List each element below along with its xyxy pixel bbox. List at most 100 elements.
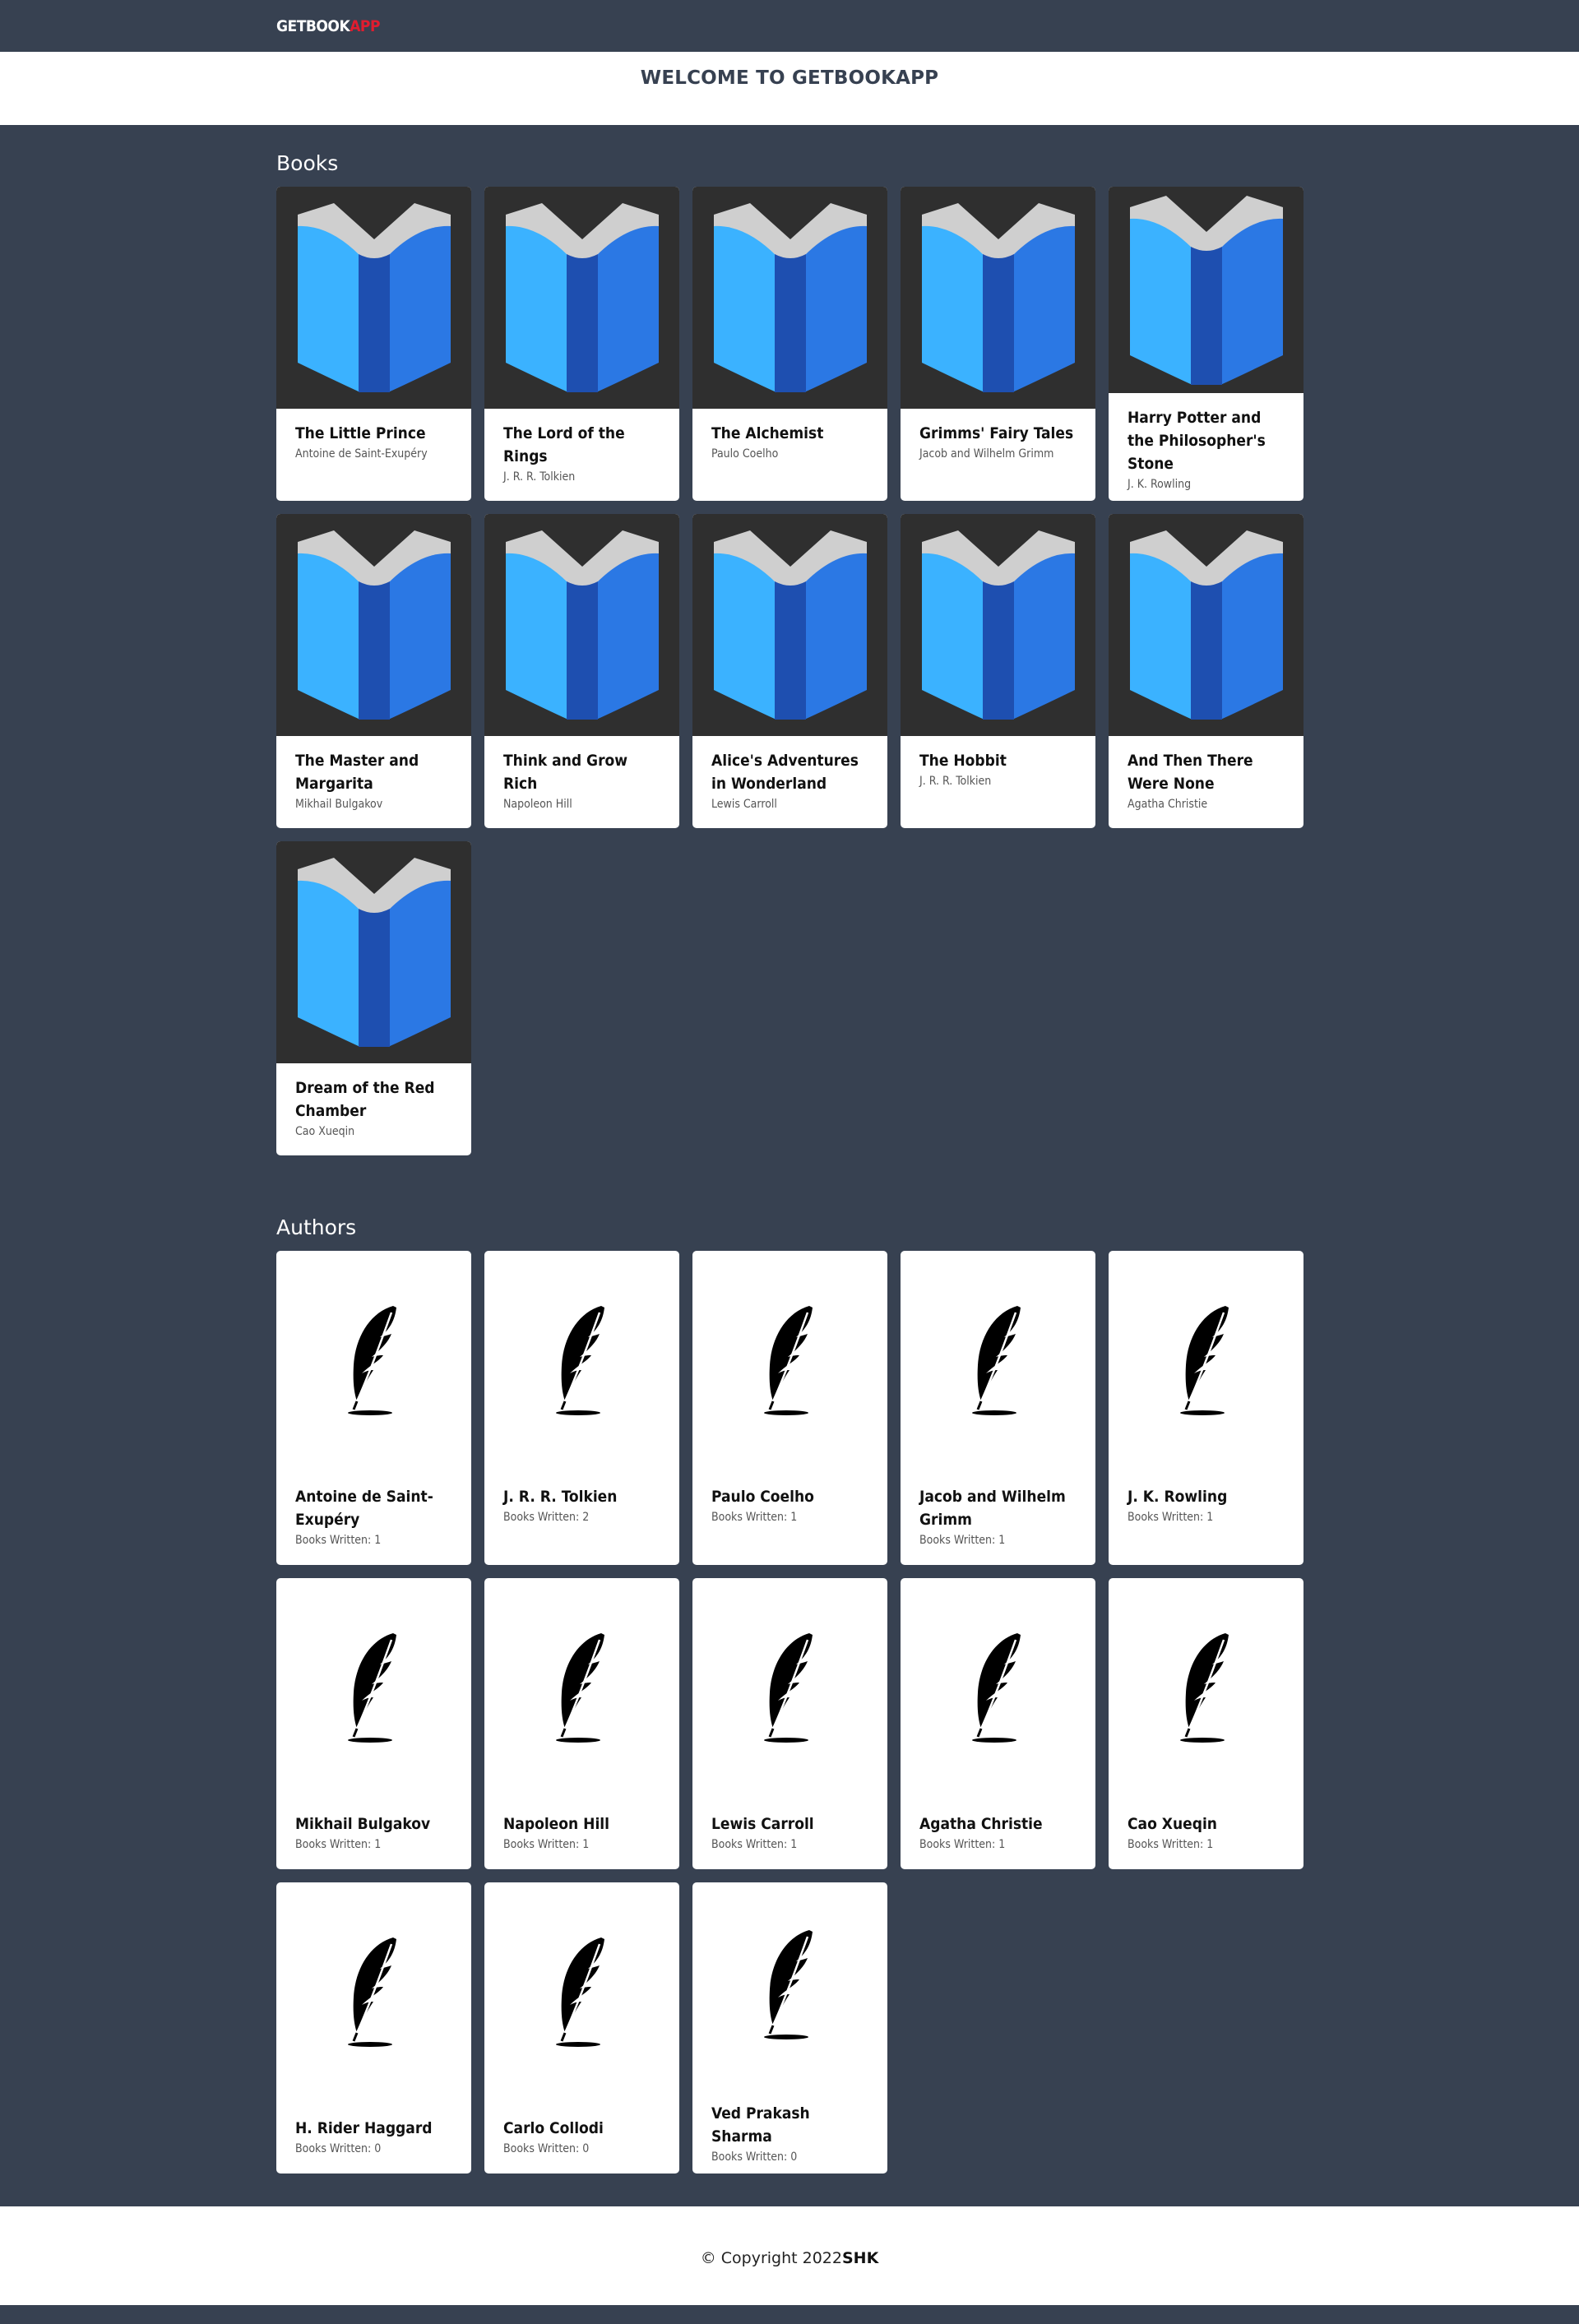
book-author: J. R. R. Tolkien <box>503 470 576 484</box>
author-books-count: Books Written: 1 <box>295 1534 382 1547</box>
open-book-icon <box>505 530 659 720</box>
open-book-icon <box>297 858 451 1047</box>
book-cover <box>484 187 679 409</box>
author-books-count: Books Written: 0 <box>711 2150 798 2164</box>
author-image <box>276 1251 471 1473</box>
author-card[interactable]: Paulo Coelho Books Written: 1 <box>692 1251 887 1565</box>
book-title: The Lord of the Rings <box>503 424 625 465</box>
book-card[interactable]: Harry Potter and the Philosopher's Stone… <box>1109 187 1303 501</box>
book-card[interactable]: Dream of the Red Chamber Cao Xueqin <box>276 841 471 1155</box>
open-book-icon <box>921 203 1075 392</box>
author-card[interactable]: H. Rider Haggard Books Written: 0 <box>276 1882 471 2174</box>
author-name: J. K. Rowling <box>1128 1488 1228 1506</box>
authors-section-title: Authors <box>276 1215 357 1239</box>
open-book-icon <box>713 530 867 720</box>
brand-part1: GETBOOK <box>276 16 350 35</box>
author-card[interactable]: J. K. Rowling Books Written: 1 <box>1109 1251 1303 1565</box>
author-card[interactable]: Jacob and Wilhelm Grimm Books Written: 1 <box>901 1251 1095 1565</box>
open-book-icon <box>713 203 867 392</box>
book-card[interactable]: The Hobbit J. R. R. Tolkien <box>901 514 1095 828</box>
author-books-count: Books Written: 1 <box>503 1838 590 1851</box>
author-card[interactable]: Antoine de Saint-Exupéry Books Written: … <box>276 1251 471 1565</box>
author-card[interactable]: Carlo Collodi Books Written: 0 <box>484 1882 679 2174</box>
open-book-icon <box>297 203 451 392</box>
quill-feather-icon <box>763 1930 813 2039</box>
book-cover <box>276 514 471 736</box>
book-card[interactable]: The Lord of the Rings J. R. R. Tolkien <box>484 187 679 501</box>
author-image <box>692 1578 887 1800</box>
welcome-heading: WELCOME TO GETBOOKAPP <box>640 67 939 89</box>
book-card[interactable]: And Then There Were None Agatha Christie <box>1109 514 1303 828</box>
book-author: Antoine de Saint-Exupéry <box>295 447 428 461</box>
book-card[interactable]: Alice's Adventures in Wonderland Lewis C… <box>692 514 887 828</box>
brand-part2: APP <box>350 16 380 35</box>
quill-feather-icon <box>555 1306 604 1415</box>
open-book-icon <box>1129 195 1283 385</box>
author-name: Paulo Coelho <box>711 1488 814 1506</box>
footer: © Copyright 2022 SHK <box>0 2206 1579 2305</box>
book-cover <box>1109 514 1303 736</box>
book-card[interactable]: Think and Grow Rich Napoleon Hill <box>484 514 679 828</box>
book-card[interactable]: The Alchemist Paulo Coelho <box>692 187 887 501</box>
book-cover <box>901 514 1095 736</box>
author-image <box>276 1882 471 2104</box>
book-cover <box>692 514 887 736</box>
book-card[interactable]: Grimms' Fairy Tales Jacob and Wilhelm Gr… <box>901 187 1095 501</box>
book-cover <box>276 841 471 1063</box>
book-title: The Master and Margarita <box>295 752 419 793</box>
book-author: Cao Xueqin <box>295 1125 355 1138</box>
book-author: Lewis Carroll <box>711 798 777 811</box>
brand-logo[interactable]: GETBOOKAPP <box>276 17 380 35</box>
author-image <box>692 1882 887 2090</box>
quill-feather-icon <box>555 1937 604 2047</box>
author-image <box>692 1251 887 1473</box>
navbar: GETBOOKAPP <box>0 0 1579 52</box>
book-author: Mikhail Bulgakov <box>295 798 383 811</box>
author-name: Cao Xueqin <box>1128 1815 1217 1833</box>
author-image <box>484 1251 679 1473</box>
author-image <box>1109 1578 1303 1800</box>
author-card[interactable]: Ved Prakash Sharma Books Written: 0 <box>692 1882 887 2174</box>
author-card[interactable]: Cao Xueqin Books Written: 1 <box>1109 1578 1303 1869</box>
copyright-text: © Copyright 2022 <box>700 2249 842 2267</box>
author-image <box>1109 1251 1303 1473</box>
book-title: Grimms' Fairy Tales <box>919 424 1074 442</box>
book-card[interactable]: The Little Prince Antoine de Saint-Exupé… <box>276 187 471 501</box>
book-cover <box>276 187 471 409</box>
book-title: Dream of the Red Chamber <box>295 1079 435 1120</box>
author-name: Carlo Collodi <box>503 2119 604 2137</box>
author-books-count: Books Written: 1 <box>711 1838 798 1851</box>
book-author: Jacob and Wilhelm Grimm <box>919 447 1054 461</box>
author-books-count: Books Written: 1 <box>919 1534 1006 1547</box>
author-card[interactable]: Agatha Christie Books Written: 1 <box>901 1578 1095 1869</box>
author-card[interactable]: Mikhail Bulgakov Books Written: 1 <box>276 1578 471 1869</box>
open-book-icon <box>297 530 451 720</box>
author-card[interactable]: Napoleon Hill Books Written: 1 <box>484 1578 679 1869</box>
quill-feather-icon <box>347 1633 396 1743</box>
author-card[interactable]: Lewis Carroll Books Written: 1 <box>692 1578 887 1869</box>
books-section-title: Books <box>276 151 339 175</box>
author-name: Antoine de Saint-Exupéry <box>295 1488 433 1529</box>
open-book-icon <box>921 530 1075 720</box>
quill-feather-icon <box>763 1633 813 1743</box>
quill-feather-icon <box>347 1937 396 2047</box>
books-grid: The Little Prince Antoine de Saint-Exupé… <box>276 187 1303 1155</box>
author-card[interactable]: J. R. R. Tolkien Books Written: 2 <box>484 1251 679 1565</box>
author-name: Agatha Christie <box>919 1815 1043 1833</box>
author-books-count: Books Written: 1 <box>919 1838 1006 1851</box>
author-image <box>901 1251 1095 1473</box>
quill-feather-icon <box>1179 1306 1229 1415</box>
author-name: Napoleon Hill <box>503 1815 610 1833</box>
author-books-count: Books Written: 0 <box>295 2142 382 2155</box>
author-books-count: Books Written: 1 <box>1128 1511 1214 1524</box>
quill-feather-icon <box>971 1306 1021 1415</box>
book-title: Alice's Adventures in Wonderland <box>711 752 859 793</box>
book-card[interactable]: The Master and Margarita Mikhail Bulgako… <box>276 514 471 828</box>
author-image <box>484 1578 679 1800</box>
book-title: The Hobbit <box>919 752 1007 770</box>
book-cover <box>1109 187 1303 393</box>
author-name: Ved Prakash Sharma <box>711 2104 810 2146</box>
quill-feather-icon <box>555 1633 604 1743</box>
book-cover <box>692 187 887 409</box>
welcome-banner: WELCOME TO GETBOOKAPP <box>0 52 1579 125</box>
